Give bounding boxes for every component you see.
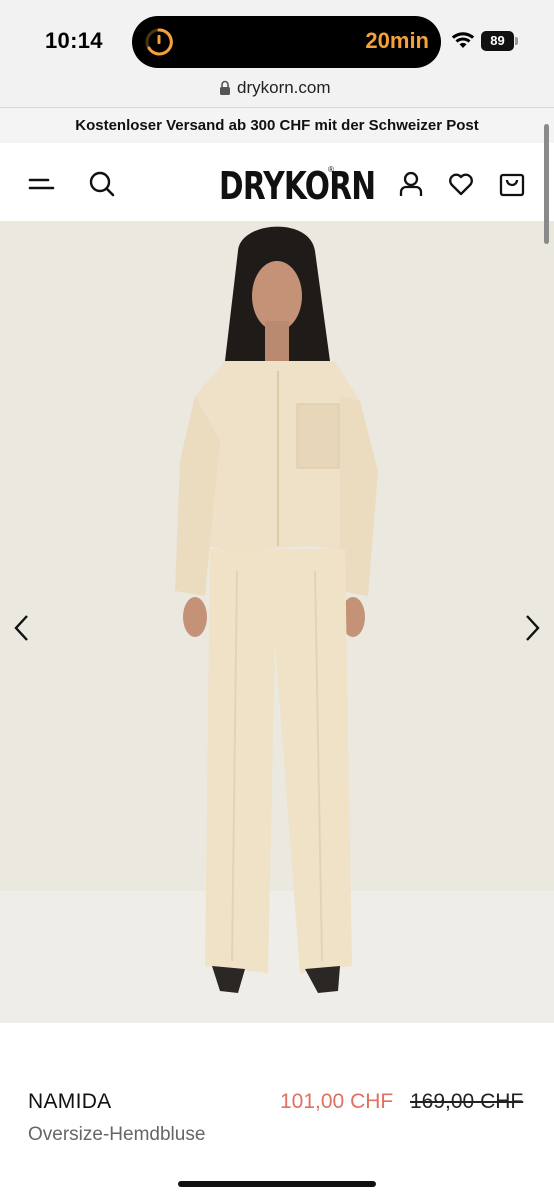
wifi-icon <box>451 32 475 48</box>
page-scrollbar[interactable] <box>544 124 549 244</box>
product-photo <box>0 221 554 1023</box>
home-indicator[interactable] <box>178 1181 376 1187</box>
account-icon[interactable] <box>397 170 425 198</box>
chevron-left-icon[interactable] <box>10 613 36 643</box>
sale-price: 101,00 CHF <box>280 1090 394 1113</box>
menu-icon[interactable] <box>28 170 56 198</box>
url-text: drykorn.com <box>237 78 331 97</box>
status-bar: 10:14 20min 89 <box>0 0 554 72</box>
timer-text: 20min <box>365 28 429 53</box>
wishlist-icon[interactable] <box>447 170 475 198</box>
timer-icon <box>145 28 173 56</box>
product-name: NAMIDA <box>28 1090 112 1113</box>
product-image[interactable] <box>0 221 554 1023</box>
battery-tip <box>515 37 518 45</box>
status-time: 10:14 <box>45 28 103 53</box>
address-bar[interactable]: drykorn.com <box>0 72 554 108</box>
lock-icon <box>220 80 230 95</box>
promo-banner: Kostenloser Versand ab 300 CHF mit der S… <box>0 108 554 143</box>
original-price: 169,00 CHF <box>410 1090 524 1113</box>
product-subtitle: Oversize-Hemdbluse <box>28 1124 206 1145</box>
battery-percent: 89 <box>490 33 505 48</box>
registered-mark: ® <box>328 165 334 174</box>
search-icon[interactable] <box>88 170 116 198</box>
chevron-right-icon[interactable] <box>518 613 544 643</box>
site-header: DRYKORN ® <box>0 143 554 221</box>
brand-logo[interactable]: DRYKORN <box>219 164 376 208</box>
dynamic-island: 20min <box>132 16 441 68</box>
cart-icon[interactable] <box>498 170 526 198</box>
battery-indicator: 89 <box>481 31 519 51</box>
